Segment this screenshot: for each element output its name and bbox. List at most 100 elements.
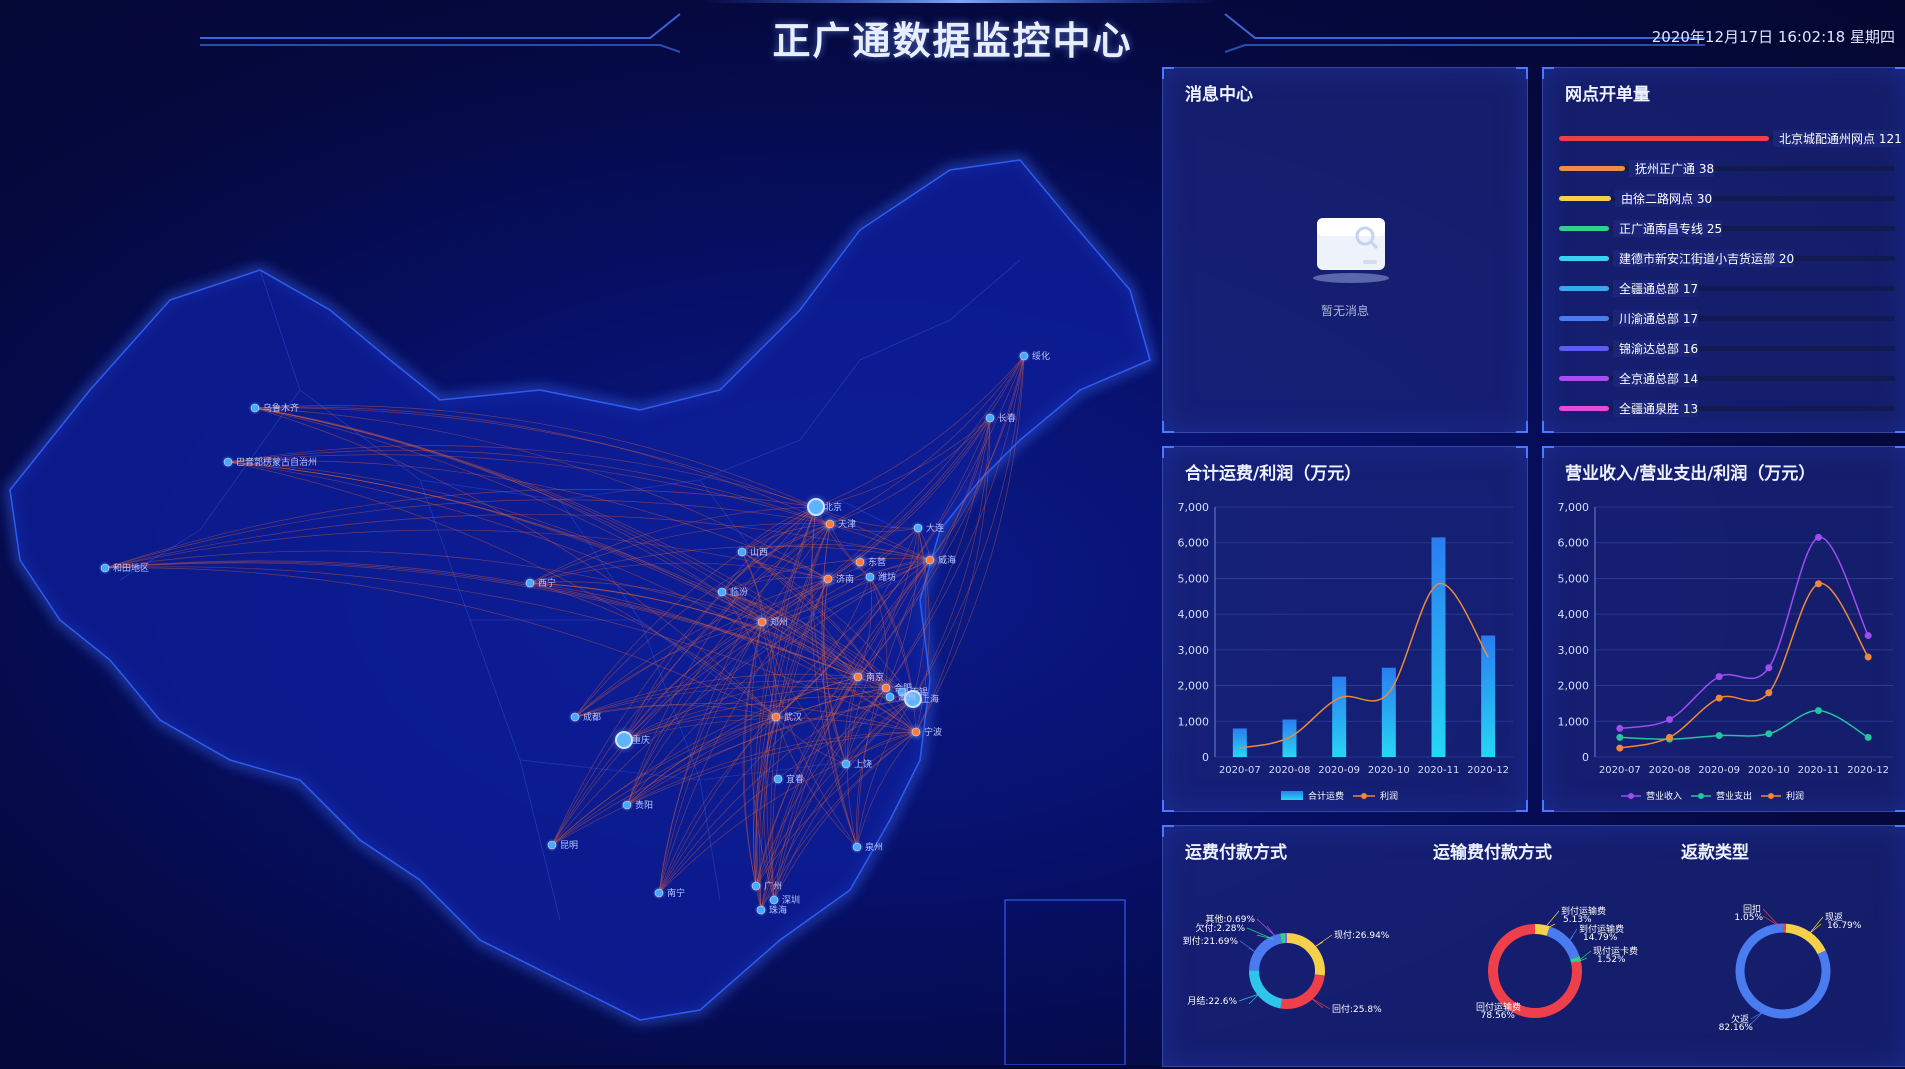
city-label: 泉州: [865, 841, 883, 853]
label-leader: [1313, 935, 1332, 948]
city-marker: [854, 673, 862, 681]
legend-dot: [1698, 793, 1704, 799]
y-tick-label: 6,000: [1558, 537, 1590, 550]
ranking-bar: [1559, 226, 1609, 231]
pay-label: 月结:22.6%: [1187, 995, 1237, 1007]
pay-label: 现付:26.94%: [1334, 930, 1390, 941]
city-marker: [774, 775, 782, 783]
city-label: 南宁: [667, 887, 685, 899]
ranking-bar: [1559, 406, 1609, 411]
expense-line: [1620, 711, 1868, 740]
transport-label: 14.79%: [1583, 933, 1618, 943]
city-marker: [758, 618, 766, 626]
city-marker: [548, 841, 556, 849]
city-marker: [986, 414, 994, 422]
transport-label: 78.56%: [1481, 1011, 1516, 1021]
legend-dot: [1628, 793, 1634, 799]
ranking-row: 锦渝达总部 16: [1559, 340, 1899, 356]
city-marker: [853, 843, 861, 851]
pay-label: 回付:25.8%: [1332, 1004, 1382, 1015]
city-marker: [616, 732, 632, 748]
y-tick-label: 6,000: [1178, 537, 1210, 550]
china-map[interactable]: 乌鲁木齐巴音郭楞蒙古自治州和田地区西宁北京天津大连长春绥化山西东营威海潍坊济南临…: [0, 60, 1160, 1065]
city-label: 大连: [926, 522, 944, 534]
ranking-bar: [1559, 256, 1609, 261]
ranking-bar: [1559, 166, 1625, 171]
city-marker: [866, 573, 874, 581]
city-label: 北京: [824, 501, 842, 513]
city-label: 乌鲁木齐: [263, 402, 299, 414]
y-tick-label: 0: [1202, 751, 1209, 764]
city-label: 威海: [938, 554, 956, 566]
x-tick-label: 2020-08: [1649, 765, 1691, 776]
ranking-label: 全疆通泉胜 13: [1613, 400, 1698, 417]
city-marker: [571, 713, 579, 721]
ranking-row: 抚州正广通 38: [1559, 160, 1899, 176]
city-label: 上海: [921, 693, 939, 705]
profit-line: [1240, 583, 1488, 748]
ranking-title: 网点开单量: [1565, 80, 1650, 105]
profit-line-point: [1616, 745, 1623, 752]
city-marker: [856, 558, 864, 566]
ranking-row: 川渝通总部 17: [1559, 310, 1899, 326]
legend-dot: [1768, 793, 1774, 799]
payment-type-panel: 运费付款方式 运输费付款方式 返款类型 其他:0.69%欠付:2.28%到付:2…: [1162, 825, 1905, 1067]
ranking-row: 北京城配通州网点 121: [1559, 130, 1899, 146]
city-label: 重庆: [632, 734, 650, 746]
city-marker: [886, 693, 894, 701]
y-tick-label: 1,000: [1558, 715, 1590, 728]
ranking-row: 正广通南昌专线 25: [1559, 220, 1899, 236]
city-label: 深圳: [782, 895, 800, 906]
map-svg: 乌鲁木齐巴音郭楞蒙古自治州和田地区西宁北京天津大连长春绥化山西东营威海潍坊济南临…: [0, 60, 1160, 1065]
ranking-bar: [1559, 196, 1611, 201]
label-leader: [1247, 928, 1273, 939]
page-title: 正广通数据监控中心: [0, 10, 1905, 65]
city-marker: [808, 499, 824, 515]
city-marker: [757, 906, 765, 914]
x-tick-label: 2020-10: [1748, 765, 1790, 776]
y-tick-label: 4,000: [1178, 608, 1210, 621]
legend-dot-profit: [1361, 793, 1367, 799]
city-marker: [842, 760, 850, 768]
label-leader: [1567, 929, 1577, 944]
city-label: 济南: [836, 573, 854, 585]
empty-message-text: 暂无消息: [1163, 302, 1527, 319]
city-label: 西宁: [538, 577, 556, 589]
ranking-track: [1559, 226, 1895, 231]
x-tick-label: 2020-10: [1368, 765, 1410, 776]
y-tick-label: 7,000: [1558, 501, 1590, 514]
y-tick-label: 5,000: [1178, 572, 1210, 585]
ranking-row: 由徐二路网点 30: [1559, 190, 1899, 206]
city-label: 和田地区: [113, 562, 149, 574]
y-tick-label: 0: [1582, 751, 1589, 764]
ranking-row: 建德市新安江街道小吉货运部 20: [1559, 250, 1899, 266]
city-marker: [770, 896, 778, 904]
city-label: 宜春: [786, 773, 804, 785]
expense-line-point: [1815, 707, 1822, 714]
profit-line-point: [1865, 654, 1872, 661]
pay-label: 到付:21.69%: [1183, 935, 1239, 947]
y-tick-label: 5,000: [1558, 572, 1590, 585]
pay-label: 欠付:2.28%: [1195, 922, 1245, 934]
transport-label: 5.13%: [1563, 915, 1592, 925]
city-label: 昆明: [560, 840, 578, 851]
transport-pay-slice: [1535, 929, 1548, 931]
x-tick-label: 2020-11: [1798, 765, 1840, 776]
city-marker: [914, 524, 922, 532]
income-line-point: [1716, 673, 1723, 680]
ranking-panel: 网点开单量 北京城配通州网点 121 抚州正广通 38 由徐二路网点 30 正广通南昌…: [1542, 67, 1905, 433]
rebate-slice: [1786, 928, 1822, 952]
rebate-label: 82.16%: [1719, 1023, 1754, 1033]
legend-label: 利润: [1786, 790, 1804, 802]
city-label: 广州: [764, 880, 782, 892]
y-tick-label: 1,000: [1178, 715, 1210, 728]
y-tick-label: 3,000: [1178, 644, 1210, 657]
legend-label: 营业收入: [1646, 790, 1682, 802]
header: 正广通数据监控中心 2020年12月17日 16:02:18 星期四: [0, 0, 1905, 60]
ranking-label: 川渝通总部 17: [1613, 310, 1698, 327]
city-label: 宁波: [924, 726, 942, 738]
expense-line-point: [1716, 732, 1723, 739]
freight-bar: [1233, 728, 1247, 757]
profit-line-point: [1765, 689, 1772, 696]
x-tick-label: 2020-07: [1219, 765, 1261, 776]
